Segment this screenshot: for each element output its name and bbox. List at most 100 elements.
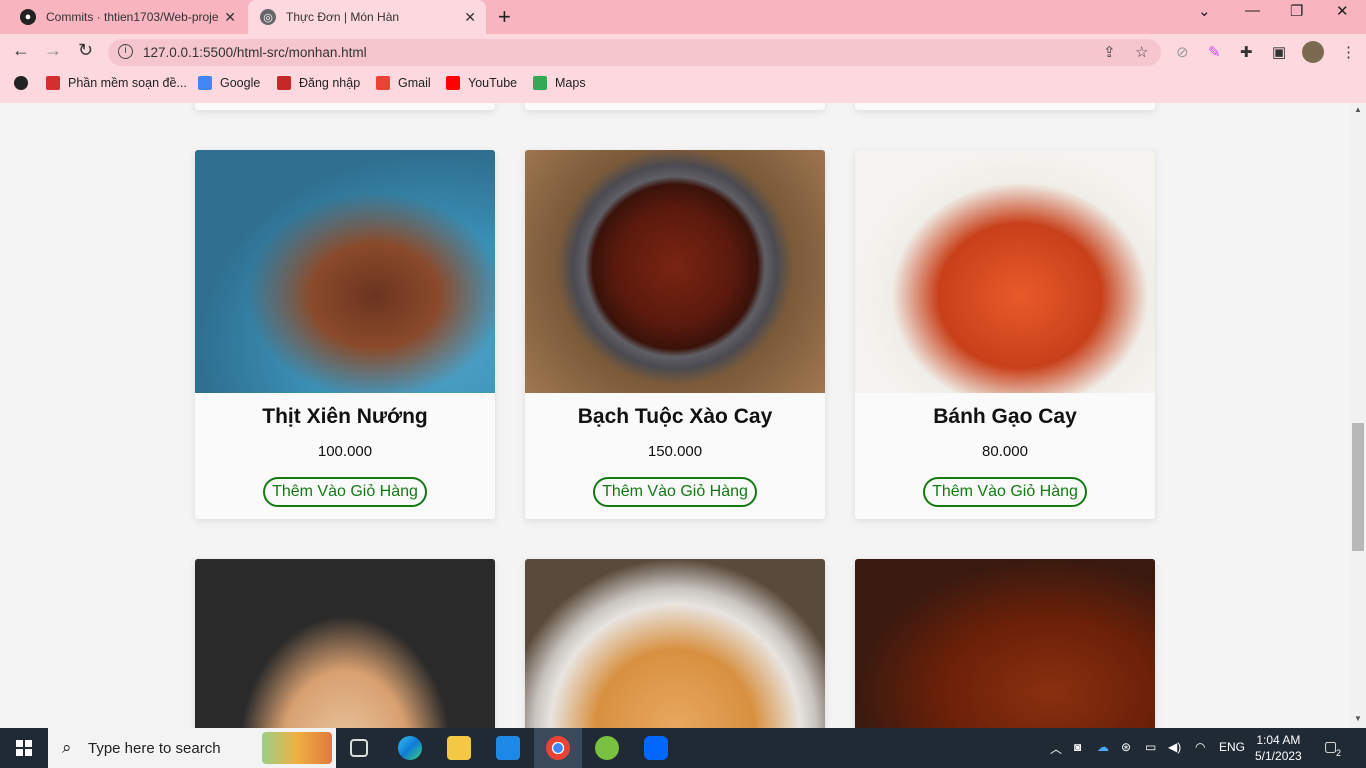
close-icon[interactable]: ✕ (464, 9, 476, 26)
search-icon: ⌕ (62, 738, 72, 757)
food-photo-skewers (195, 150, 495, 393)
tab-menu-page[interactable]: ◎ Thực Đơn | Món Hàn ✕ (248, 0, 486, 34)
taskbar-search[interactable]: ⌕ Type here to search (48, 728, 336, 768)
meet-icon[interactable]: ◙ (1074, 740, 1081, 754)
volume-icon[interactable]: ◀) (1168, 740, 1181, 754)
url-text[interactable]: 127.0.0.1:5500/html-src/monhan.html (143, 45, 367, 60)
menu-card-partial (525, 103, 825, 110)
bookmark-label: Google (220, 76, 261, 90)
youtube-icon (446, 76, 460, 90)
food-photo-rice-cakes (855, 150, 1155, 393)
windows-start-icon[interactable] (16, 740, 32, 756)
restore-icon[interactable]: ❐ (1290, 2, 1303, 20)
bookmark-item[interactable]: Đăng nhập (277, 76, 360, 90)
browser-chrome: ● Commits · thtien1703/Web-proje ✕ ◎ Thự… (0, 0, 1366, 103)
bookmark-item[interactable]: Phần mềm soạn đề... (46, 76, 187, 90)
tab-title: Thực Đơn | Món Hàn (286, 10, 400, 24)
vscode-icon[interactable] (496, 736, 520, 760)
menu-card-partial (855, 103, 1155, 110)
network-icon[interactable]: ⊛ (1121, 740, 1131, 754)
menu-card: Bạch Tuộc Xào Cay 150.000 Thêm Vào Giỏ H… (525, 150, 825, 519)
page-scrollbar[interactable]: ▲ ▼ (1350, 103, 1366, 728)
app-green-icon[interactable] (595, 736, 619, 760)
tab-title: Commits · thtien1703/Web-proje (46, 10, 219, 24)
chrome-icon[interactable] (546, 736, 570, 760)
extension-color-icon[interactable]: ✎ (1208, 43, 1221, 61)
bookmark-star-icon[interactable]: ☆ (1135, 43, 1148, 61)
minimize-icon[interactable]: — (1245, 2, 1260, 19)
windows-taskbar: ⌕ Type here to search ︿ ◙ ☁ ⊛ ▭ ◀) ◠ ENG… (0, 728, 1366, 768)
bookmark-label: YouTube (468, 76, 518, 90)
dish-name: Bạch Tuộc Xào Cay (577, 405, 773, 428)
scroll-down-icon[interactable]: ▼ (1354, 714, 1362, 723)
battery-icon[interactable]: ▭ (1145, 740, 1156, 754)
menu-kebab-icon[interactable]: ⋮ (1341, 43, 1356, 61)
search-placeholder[interactable]: Type here to search (88, 740, 221, 757)
forward-icon[interactable]: → (44, 40, 62, 61)
bookmark-label: Phần mềm soạn đề... (68, 76, 187, 90)
back-icon[interactable]: ← (12, 40, 30, 61)
extensions-puzzle-icon[interactable]: ✚ (1240, 43, 1253, 61)
tab-search-icon[interactable]: ⌄ (1198, 2, 1211, 20)
window-close-icon[interactable]: ✕ (1336, 2, 1349, 20)
login-icon (277, 76, 291, 90)
file-explorer-icon[interactable] (447, 736, 471, 760)
v-logo-icon (46, 76, 60, 90)
address-bar[interactable]: i 127.0.0.1:5500/html-src/monhan.html ⇪ … (108, 39, 1161, 66)
github-icon: ● (20, 9, 36, 25)
clock-date: 5/1/2023 (1255, 749, 1302, 763)
task-view-icon[interactable] (350, 739, 368, 757)
notification-count: 2 (1336, 748, 1342, 758)
tab-github-commits[interactable]: ● Commits · thtien1703/Web-proje ✕ (0, 0, 246, 34)
edge-icon[interactable] (398, 736, 422, 760)
menu-card: Bánh Gạo Cay 80.000 Thêm Vào Giỏ Hàng (855, 150, 1155, 519)
share-icon[interactable]: ⇪ (1103, 43, 1116, 61)
add-to-cart-button[interactable]: Thêm Vào Giỏ Hàng (923, 477, 1087, 507)
tab-strip: ● Commits · thtien1703/Web-proje ✕ ◎ Thự… (0, 0, 1366, 34)
bookmark-item[interactable]: Maps (533, 76, 586, 90)
food-photo-fried-chicken (855, 559, 1155, 728)
dish-price: 150.000 (647, 443, 703, 460)
reload-icon[interactable]: ↻ (78, 40, 93, 61)
dish-price: 100.000 (317, 443, 373, 460)
food-photo-dumplings (525, 559, 825, 728)
system-clock[interactable]: 1:04 AM 5/1/2023 (1255, 732, 1302, 764)
menu-card-partial (195, 559, 495, 728)
bookmark-item[interactable]: Google (198, 76, 260, 90)
bookmark-item[interactable]: Gmail (376, 76, 431, 90)
onedrive-icon[interactable]: ☁ (1097, 740, 1109, 754)
dish-price: 80.000 (982, 443, 1028, 460)
bookmark-label: Gmail (398, 76, 431, 90)
language-indicator[interactable]: ENG (1219, 740, 1245, 754)
menu-card: Thịt Xiên Nướng 100.000 Thêm Vào Giỏ Hàn… (195, 150, 495, 519)
bookmark-label: Đăng nhập (299, 76, 361, 90)
side-panel-icon[interactable]: ▣ (1272, 43, 1286, 61)
profile-avatar[interactable] (1302, 41, 1324, 63)
add-to-cart-button[interactable]: Thêm Vào Giỏ Hàng (593, 477, 757, 507)
extension-compass-icon[interactable]: ⊘ (1176, 43, 1189, 61)
menu-card-partial (195, 103, 495, 110)
search-highlight-icon (262, 732, 332, 764)
bookmarks-bar: Phần mềm soạn đề... Google Đăng nhập Gma… (0, 70, 1366, 100)
bookmark-label: Maps (555, 76, 586, 90)
zalo-icon[interactable] (644, 736, 668, 760)
show-hidden-icon[interactable]: ︿ (1050, 740, 1062, 757)
site-info-icon[interactable]: i (118, 44, 133, 59)
new-tab-button[interactable]: + (498, 4, 511, 30)
bookmark-item[interactable]: YouTube (446, 76, 517, 90)
clock-time: 1:04 AM (1256, 733, 1301, 747)
maps-icon (533, 76, 547, 90)
add-to-cart-button[interactable]: Thêm Vào Giỏ Hàng (263, 477, 427, 507)
scroll-up-icon[interactable]: ▲ (1354, 105, 1362, 114)
scrollbar-thumb[interactable] (1352, 423, 1364, 551)
wifi-icon[interactable]: ◠ (1195, 740, 1205, 754)
menu-card-partial (855, 559, 1155, 728)
apps-globe-icon[interactable] (14, 76, 28, 90)
google-icon (198, 76, 212, 90)
food-photo-octopus (525, 150, 825, 393)
menu-card-partial (525, 559, 825, 728)
dish-name: Bánh Gạo Cay (933, 405, 1077, 428)
gmail-icon (376, 76, 390, 90)
close-icon[interactable]: ✕ (224, 9, 236, 26)
dish-name: Thịt Xiên Nướng (262, 405, 428, 428)
